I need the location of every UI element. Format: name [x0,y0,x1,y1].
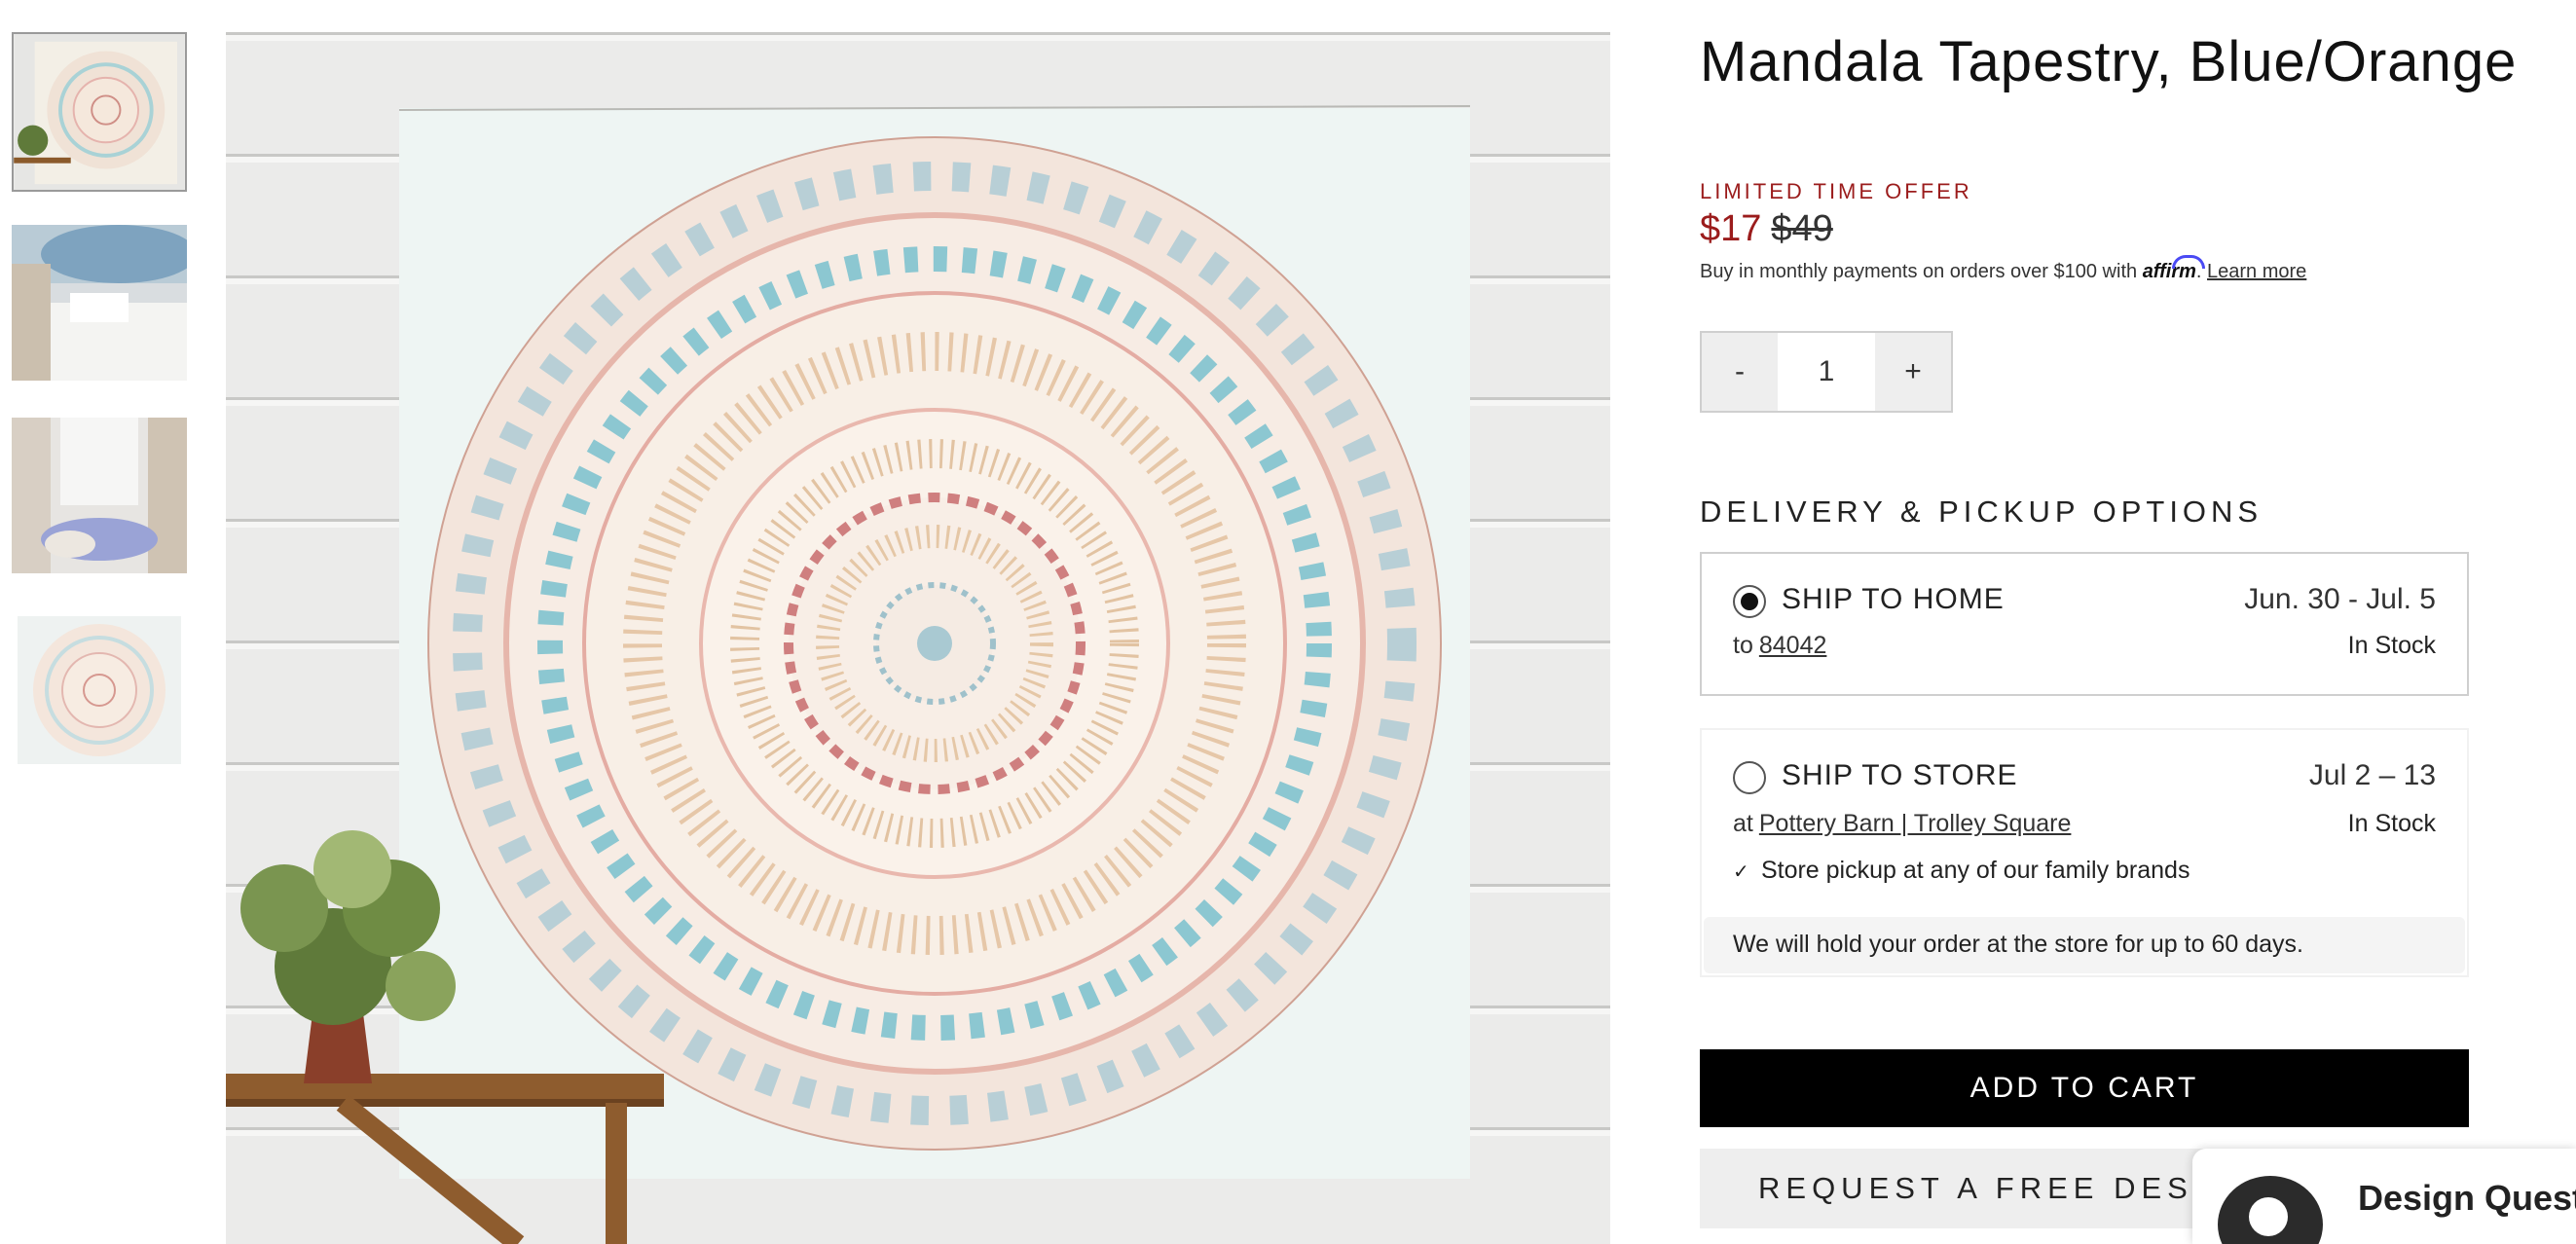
add-to-cart-button[interactable]: ADD TO CART [1700,1049,2469,1127]
design-questions-chat-widget[interactable]: Design Questions? [2192,1149,2576,1244]
quantity-decrement-button[interactable]: - [1702,333,1778,411]
affirm-arc-icon [2171,255,2205,269]
thumbnail-2[interactable] [12,225,187,381]
store-name-link[interactable]: Pottery Barn | Trolley Square [1759,810,2072,837]
ship-to-store-title: SHIP TO STORE [1782,759,2018,791]
thumbnail-4-image [12,612,187,768]
ship-to-home-stock: In Stock [2347,632,2436,659]
affirm-financing: Buy in monthly payments on orders over $… [1700,255,2306,283]
ship-to-store-stock: In Stock [2347,810,2436,837]
thumbnail-2-image [12,225,187,381]
mandala-tapestry-photo [226,32,1610,1244]
quantity-stepper: - 1 + [1700,331,1953,413]
main-product-image[interactable] [226,32,1610,1244]
zip-prefix: to [1733,632,1753,659]
ship-to-home-radio[interactable] [1733,585,1766,618]
original-price: $49 [1771,208,1833,249]
store-hold-note: We will hold your order at the store for… [1704,917,2465,973]
checkmark-icon: ✓ [1733,861,1749,883]
ship-to-store-location-row: at Pottery Barn | Trolley Square [1733,810,2071,838]
affirm-logo: affirm [2143,255,2205,282]
thumbnail-1-image [14,34,185,190]
ship-to-home-option[interactable]: SHIP TO HOME Jun. 30 - Jul. 5 to 84042 In… [1700,552,2469,696]
ship-to-home-zip-row: to 84042 [1733,632,1826,660]
thumbnail-4[interactable] [12,612,187,768]
ship-to-store-date: Jul 2 – 13 [2308,759,2436,791]
thumbnail-3[interactable] [12,418,187,573]
family-brands-row: ✓ Store pickup at any of our family bran… [1733,857,2190,885]
affirm-text: Buy in monthly payments on orders over $… [1700,261,2138,282]
offer-label: LIMITED TIME OFFER [1700,179,1972,203]
ship-to-store-option[interactable]: SHIP TO STORE Jul 2 – 13 at Pottery Barn … [1700,728,2469,977]
affirm-learn-more-link[interactable]: Learn more [2207,261,2306,282]
ship-to-home-title: SHIP TO HOME [1782,583,2005,615]
price-row: $17 $49 [1700,208,1833,250]
quantity-increment-button[interactable]: + [1875,333,1951,411]
zip-code-link[interactable]: 84042 [1759,632,1827,659]
family-brands-text: Store pickup at any of our family brands [1760,857,2190,884]
sale-price: $17 [1700,208,1762,249]
quantity-input[interactable]: 1 [1778,333,1875,411]
product-title: Mandala Tapestry, Blue/Orange [1700,30,2518,93]
thumbnail-3-image [12,418,187,573]
chat-widget-label: Design Questions? [2358,1178,2576,1218]
product-detail-panel: Mandala Tapestry, Blue/Orange LIMITED TI… [1700,0,2516,1244]
ship-to-store-radio[interactable] [1733,761,1766,794]
delivery-heading: DELIVERY & PICKUP OPTIONS [1700,494,2263,529]
chat-bubble-icon [2218,1176,2323,1244]
thumbnail-1[interactable] [12,32,187,192]
store-prefix: at [1733,810,1753,837]
ship-to-home-date: Jun. 30 - Jul. 5 [2244,583,2436,615]
